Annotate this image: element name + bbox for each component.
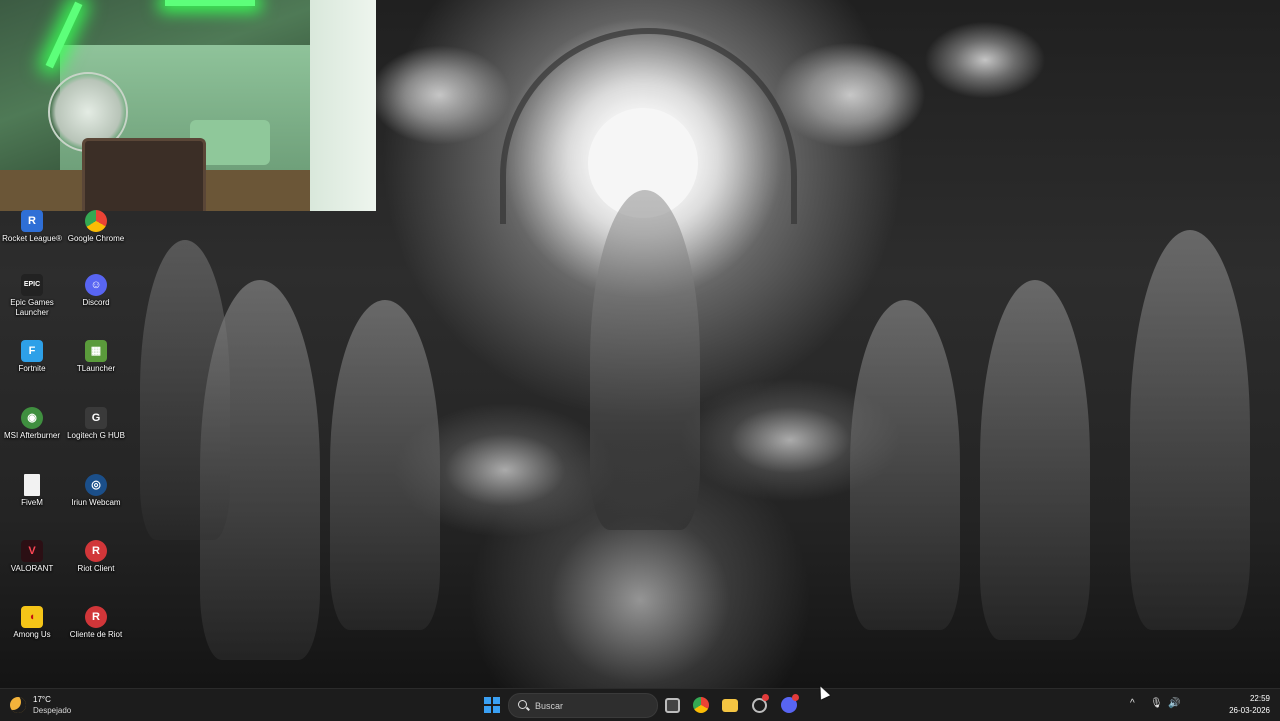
fortnite-icon: F [21, 340, 43, 362]
desktop-icon-fivem[interactable]: FiveM [0, 474, 64, 508]
chrome-icon [85, 210, 107, 232]
notification-badge [762, 694, 769, 701]
clock[interactable]: 22:59 26-03-2026 [1229, 693, 1270, 717]
desktop-icon-fortnite[interactable]: F Fortnite [0, 340, 64, 374]
webcam-overlay [0, 0, 376, 211]
desktop-icon-epic-games-launcher[interactable]: EPIC Epic Games Launcher [0, 274, 64, 318]
figure-left-3 [140, 240, 230, 540]
taskbar-discord[interactable] [777, 693, 801, 717]
door [310, 0, 376, 211]
weather-temperature: 17°C [33, 695, 51, 704]
system-tray: ^ 🎙 🔊 22:59 26-03-2026 [1130, 689, 1280, 721]
start-button[interactable] [480, 693, 504, 717]
valorant-icon: V [21, 540, 43, 562]
volume-icon[interactable]: 🔊 [1168, 698, 1180, 710]
taskbar-app-notification[interactable] [747, 693, 771, 717]
central-figure [590, 190, 700, 530]
microphone-icon[interactable]: 🎙 [1150, 698, 1163, 710]
chevron-up-icon[interactable]: ^ [1130, 698, 1135, 710]
msi-afterburner-icon: ◉ [21, 407, 43, 429]
taskbar-search[interactable] [508, 693, 658, 718]
figure-right-3 [1130, 230, 1250, 630]
epic-games-icon: EPIC [21, 274, 43, 296]
moon-weather-icon [10, 697, 26, 713]
led-strip [165, 0, 255, 6]
desktop-icon-rocket-league[interactable]: R Rocket League® [0, 210, 64, 244]
windows-logo-icon [484, 697, 500, 713]
task-view-button[interactable] [660, 693, 684, 717]
taskbar: 17°C Despejado ^ 🎙 🔊 22:59 26-03-2026 [0, 688, 1280, 721]
taskbar-chrome[interactable] [689, 693, 713, 717]
chrome-icon [693, 697, 709, 713]
desktop-icon-tlauncher[interactable]: ▦ TLauncher [64, 340, 128, 374]
desktop-icon-logitech-g-hub[interactable]: G Logitech G HUB [64, 407, 128, 441]
clock-date: 26-03-2026 [1229, 706, 1270, 715]
figure-left-2 [330, 300, 440, 630]
riot-client-icon: R [85, 606, 107, 628]
tlauncher-icon: ▦ [85, 340, 107, 362]
clock-time: 22:59 [1249, 694, 1270, 703]
search-icon [518, 700, 527, 709]
folder-icon [722, 699, 738, 712]
search-input[interactable] [533, 697, 653, 715]
discord-icon: ☺ [85, 274, 107, 296]
desktop-icon-cliente-de-riot[interactable]: R Cliente de Riot [64, 606, 128, 640]
among-us-icon: ◖ [21, 606, 43, 628]
desktop-icon-discord[interactable]: ☺ Discord [64, 274, 128, 308]
weather-condition: Despejado [33, 706, 72, 715]
task-view-icon [665, 698, 680, 713]
desktop-icon-among-us[interactable]: ◖ Among Us [0, 606, 64, 640]
figure-right-1 [850, 300, 960, 630]
taskbar-file-explorer[interactable] [718, 693, 742, 717]
desktop-icon-msi-afterburner[interactable]: ◉ MSI Afterburner [0, 407, 64, 441]
fivem-file-icon [24, 474, 40, 496]
desktop-icon-valorant[interactable]: V VALORANT [0, 540, 64, 574]
desktop-icon-google-chrome[interactable]: Google Chrome [64, 210, 128, 244]
iriun-webcam-icon: ◎ [85, 474, 107, 496]
weather-widget[interactable]: 17°C Despejado [10, 693, 90, 717]
notification-badge [792, 694, 799, 701]
rocket-league-icon: R [21, 210, 43, 232]
desktop-icon-iriun-webcam[interactable]: ◎ Iriun Webcam [64, 474, 128, 508]
desktop-icon-riot-client[interactable]: R Riot Client [64, 540, 128, 574]
chair [82, 138, 206, 211]
figure-right-2 [980, 280, 1090, 640]
riot-client-icon: R [85, 540, 107, 562]
logitech-ghub-icon: G [85, 407, 107, 429]
